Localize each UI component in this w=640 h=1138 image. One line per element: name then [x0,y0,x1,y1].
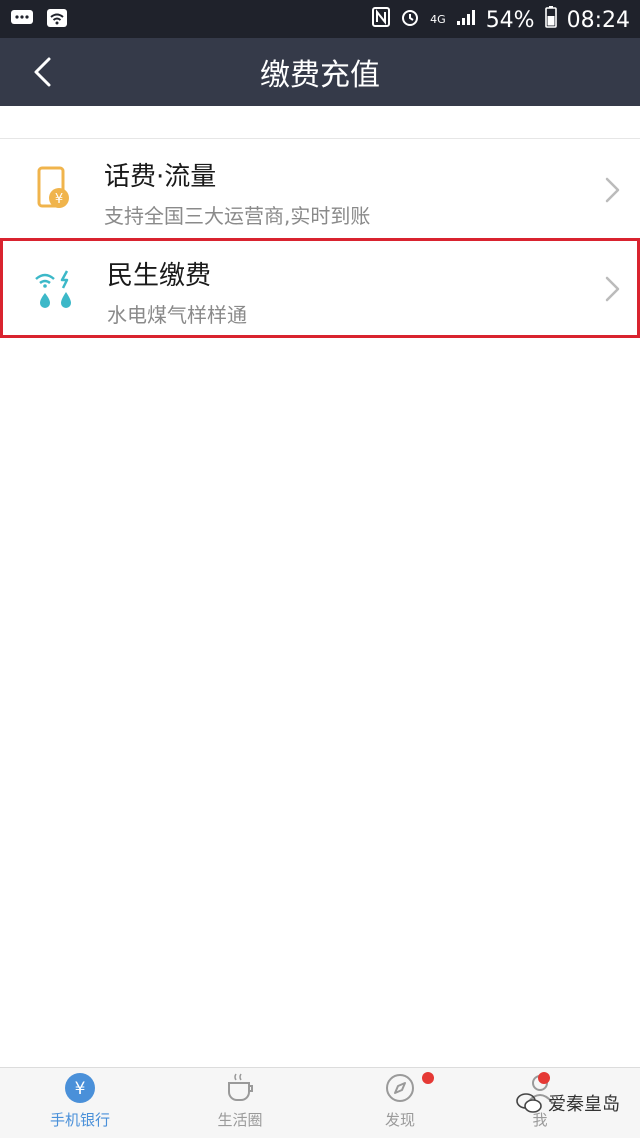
notification-dot [538,1072,550,1084]
top-spacer [0,106,640,139]
message-icon [10,8,34,34]
item-subtitle: 水电煤气样样通 [107,303,247,327]
yuan-icon: ¥ [63,1071,97,1105]
chevron-right-icon [605,276,620,302]
alarm-icon [400,7,420,33]
tab-label: 生活圈 [217,1111,263,1129]
item-subtitle: 支持全国三大运营商,实时到账 [104,204,371,228]
nfc-icon [372,7,391,33]
compass-icon [383,1071,417,1105]
tab-life-circle[interactable]: 生活圈 [160,1068,320,1138]
tab-mobile-banking[interactable]: ¥ 手机银行 [0,1068,160,1138]
item-title: 民生缴费 [107,261,212,291]
item-title: 话费·流量 [104,162,217,192]
notification-dot [422,1072,434,1084]
status-bar: 4G 54% 08:24 [0,0,640,38]
status-right: 4G 54% 08:24 [372,6,630,34]
list-item-phone-topup[interactable]: ¥ 话费·流量 支持全国三大运营商,实时到账 [0,140,640,238]
svg-text:¥: ¥ [55,192,63,207]
nav-bar: 缴费充值 [0,38,640,106]
page-title: 缴费充值 [260,58,380,93]
tab-label: 发现 [384,1111,415,1129]
battery-percent: 54% [485,7,535,33]
phone-topup-icon: ¥ [28,164,78,214]
chevron-right-icon [605,177,620,203]
watermark: 爱秦皇岛 [516,1090,620,1116]
wifi-icon [46,8,68,34]
watermark-text: 爱秦皇岛 [548,1094,620,1115]
signal-icon [456,8,476,32]
utilities-icon [31,263,81,313]
wechat-icon [516,1093,542,1113]
svg-text:¥: ¥ [75,1079,86,1099]
coffee-cup-icon [223,1071,257,1105]
status-left [10,8,68,34]
network-label: 4G [430,13,446,26]
battery-icon [544,6,557,34]
tab-discover[interactable]: 发现 [320,1068,480,1138]
tab-label: 手机银行 [49,1111,110,1129]
list-item-utilities[interactable]: 民生缴费 水电煤气样样通 [0,238,640,338]
clock: 08:24 [566,7,630,33]
